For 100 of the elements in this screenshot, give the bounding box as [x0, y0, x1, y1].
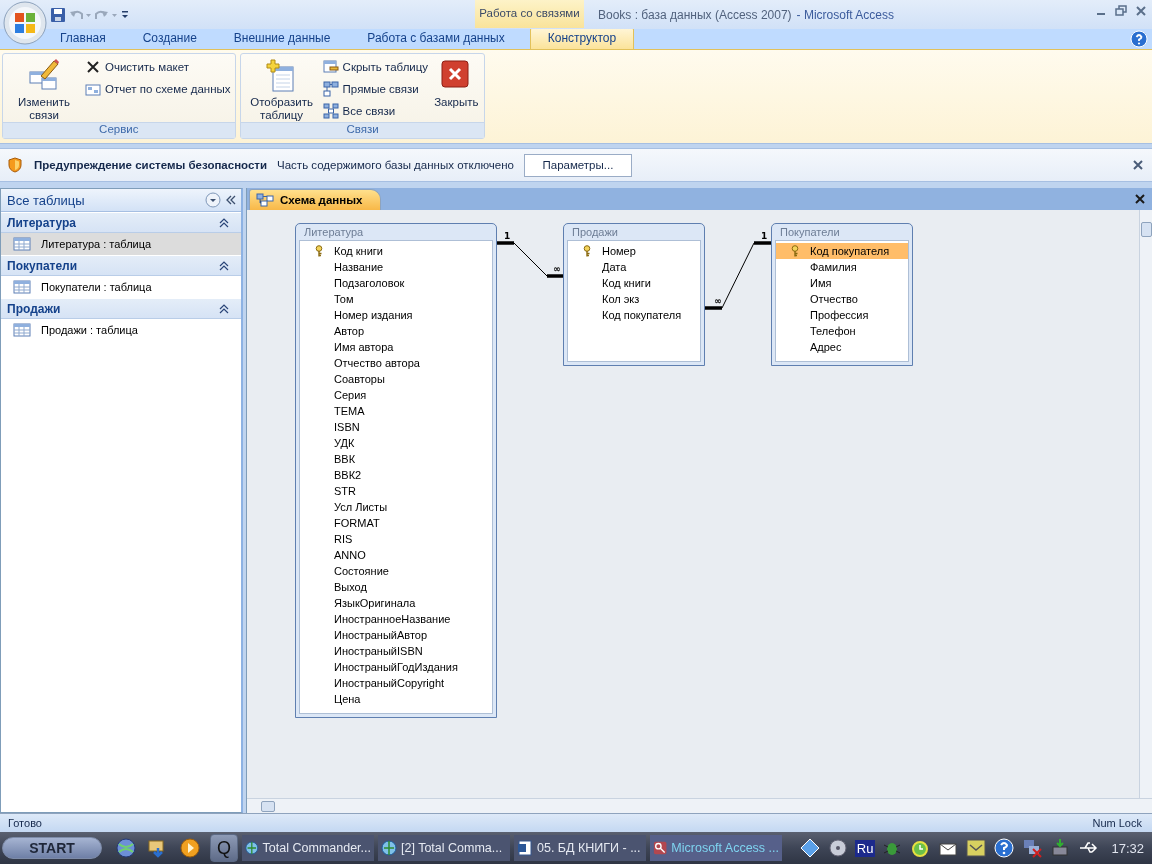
ribbon-button[interactable]: Изменить связи — [7, 56, 81, 122]
ribbon-tab[interactable]: Внешние данные — [219, 31, 345, 49]
one-label: 1 — [504, 231, 511, 241]
taskbar-button[interactable]: Microsoft Access ... — [650, 835, 782, 861]
scroll-thumb[interactable] — [1141, 222, 1152, 237]
field-row[interactable]: ANNO — [300, 547, 492, 563]
field-row[interactable]: Адрес — [776, 339, 908, 355]
ribbon-button[interactable]: Отчет по схеме данных — [85, 80, 231, 97]
field-row[interactable]: Номер издания — [300, 307, 492, 323]
network-off-icon[interactable] — [1021, 837, 1044, 859]
language-indicator[interactable]: Ru — [854, 839, 876, 857]
dropdown-icon[interactable] — [205, 192, 221, 208]
field-row[interactable]: ТЕМА — [300, 403, 492, 419]
ribbon-tab[interactable]: Работа с базами данных — [353, 31, 519, 49]
disc-icon[interactable] — [826, 837, 849, 859]
scroll-thumb[interactable] — [261, 801, 275, 812]
customize-caret-icon[interactable] — [120, 8, 130, 21]
field-row[interactable]: Автор — [300, 323, 492, 339]
restore-icon[interactable] — [1114, 4, 1128, 18]
navigation-item[interactable]: Покупатели : таблица — [1, 276, 241, 298]
field-row[interactable]: ЯзыкОригинала — [300, 595, 492, 611]
field-row[interactable]: ВВК2 — [300, 467, 492, 483]
navigation-item[interactable]: Литература : таблица — [1, 233, 241, 255]
close-icon[interactable] — [1134, 193, 1146, 205]
key-app-icon — [653, 840, 668, 856]
options-button[interactable]: Параметры... — [523, 153, 632, 177]
horizontal-scrollbar[interactable] — [247, 798, 1152, 813]
field-row[interactable]: STR — [300, 483, 492, 499]
field-row[interactable]: ИностранноеНазвание — [300, 611, 492, 627]
ribbon-button[interactable]: Очистить макет — [85, 58, 231, 75]
field-row[interactable]: Имя — [776, 275, 908, 291]
ribbon-tab[interactable]: Конструктор — [529, 27, 635, 49]
play-icon[interactable] — [178, 836, 202, 860]
quick-launch-button[interactable]: Q — [210, 834, 238, 862]
help-icon[interactable] — [1130, 30, 1148, 48]
close-icon[interactable] — [1132, 159, 1144, 171]
field-row[interactable]: Серия — [300, 387, 492, 403]
field-row[interactable]: FORMAT — [300, 515, 492, 531]
field-row[interactable]: Усл Листы — [300, 499, 492, 515]
field-row[interactable]: ВВК — [300, 451, 492, 467]
vertical-scrollbar[interactable] — [1139, 210, 1152, 798]
ribbon-tab[interactable]: Главная — [46, 31, 120, 49]
relationship-line[interactable] — [705, 241, 771, 310]
table-title: Литература — [303, 225, 365, 240]
ribbon-button[interactable]: Прямые связи — [322, 80, 429, 97]
start-button[interactable]: START — [2, 837, 102, 859]
ribbon-button[interactable]: Все связи — [322, 102, 429, 119]
ribbon-button[interactable]: Скрыть таблицу — [322, 58, 429, 75]
collapse-group-icon[interactable] — [219, 303, 229, 314]
field-row[interactable]: Выход — [300, 579, 492, 595]
diamond-icon[interactable] — [798, 837, 821, 859]
field-row[interactable]: ИностраныйАвтор — [300, 627, 492, 643]
field-row[interactable]: Подзаголовок — [300, 275, 492, 291]
field-row[interactable]: Название — [300, 259, 492, 275]
globe-icon[interactable] — [114, 836, 138, 860]
group-label: Сервис — [3, 122, 235, 138]
table-window[interactable]: Продажи Номер Дата Код книги Кол экз Код покупателя — [563, 223, 705, 366]
close-icon[interactable] — [1134, 4, 1148, 18]
navigation-item[interactable]: Продажи : таблица — [1, 319, 241, 341]
help-icon[interactable] — [993, 837, 1016, 859]
field-row[interactable]: ИностраныйГодИздания — [300, 659, 492, 675]
field-row[interactable]: Код книги — [300, 243, 492, 259]
field-row[interactable]: Цена — [300, 691, 492, 707]
field-row[interactable]: Код покупателя — [776, 243, 908, 259]
field-row[interactable]: Имя автора — [300, 339, 492, 355]
taskbar-button[interactable]: Total Commander... — [242, 835, 374, 861]
field-row[interactable]: Кол экз — [568, 291, 700, 307]
ribbon-button[interactable]: Отобразить таблицу — [244, 56, 319, 122]
save-icon[interactable] — [50, 6, 66, 23]
field-row[interactable]: Код покупателя — [568, 307, 700, 323]
envelope-icon[interactable] — [965, 837, 988, 859]
ribbon-button[interactable]: Закрыть — [432, 56, 481, 122]
field-row[interactable]: ИностраныйCopyright — [300, 675, 492, 691]
ribbon-tab[interactable]: Создание — [128, 31, 211, 49]
field-row[interactable]: Телефон — [776, 323, 908, 339]
warning-title: Предупреждение системы безопасности — [34, 159, 268, 171]
field-row[interactable]: ИностраныйISBN — [300, 643, 492, 659]
field-row[interactable]: Номер — [568, 243, 700, 259]
field-row[interactable]: Том — [300, 291, 492, 307]
field-row[interactable]: Отчество — [776, 291, 908, 307]
field-row[interactable]: Фамилия — [776, 259, 908, 275]
collapse-group-icon[interactable] — [219, 260, 229, 271]
field-row[interactable]: Соавторы — [300, 371, 492, 387]
taskbar-button[interactable]: 05. БД КНИГИ - ... — [514, 835, 646, 861]
document-tab[interactable]: Схема данных — [249, 189, 382, 210]
app-name: - Microsoft Access — [796, 7, 894, 22]
field-row[interactable]: Профессия — [776, 307, 908, 323]
taskbar-button[interactable]: [2] Total Comma... — [378, 835, 510, 861]
table-window[interactable]: Покупатели Код покупателя Фамилия Имя Отчество Профессия Телефон Адрес — [771, 223, 913, 366]
collapse-group-icon[interactable] — [219, 217, 229, 228]
field-row[interactable]: RIS — [300, 531, 492, 547]
field-row[interactable]: Код книги — [568, 275, 700, 291]
field-row[interactable]: Дата — [568, 259, 700, 275]
field-row[interactable]: Отчество автора — [300, 355, 492, 371]
relationship-line[interactable] — [497, 241, 563, 278]
field-row[interactable]: Состояние — [300, 563, 492, 579]
field-row[interactable]: УДК — [300, 435, 492, 451]
collapse-pane-icon[interactable] — [225, 194, 237, 206]
field-row[interactable]: ISBN — [300, 419, 492, 435]
table-window[interactable] — [295, 223, 497, 718]
